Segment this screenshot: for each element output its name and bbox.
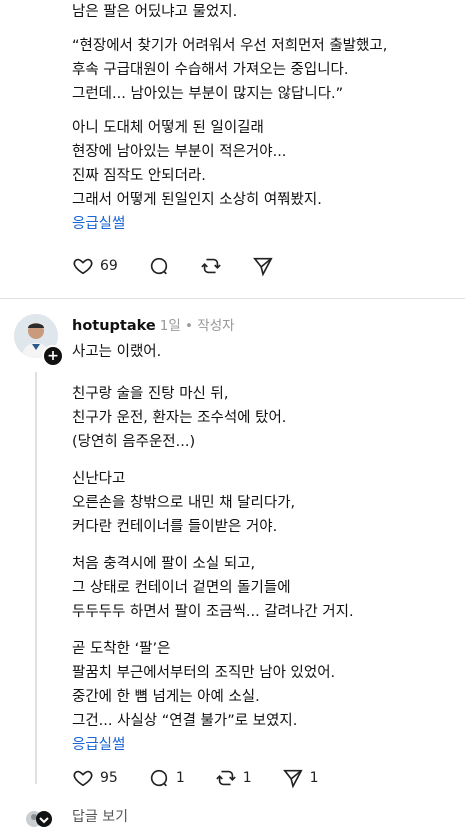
view-replies-link[interactable]: 답글 보기 bbox=[72, 806, 128, 826]
post-paragraph: 남은 팔은 어딨냐고 물었지. bbox=[72, 4, 238, 20]
share-button[interactable] bbox=[252, 255, 274, 277]
like-button[interactable]: 69 bbox=[72, 255, 118, 277]
reply-paragraph: 곧 도착한 ‘팔’은 팔꿈치 부근에서부터의 조직만 남아 있었어. 중간에 한… bbox=[72, 641, 336, 729]
comment-icon bbox=[150, 257, 167, 275]
follow-plus-icon[interactable]: + bbox=[42, 345, 64, 367]
repost-button[interactable] bbox=[200, 255, 222, 277]
share-count: 1 bbox=[309, 770, 319, 786]
reply-avatar-stack bbox=[26, 811, 52, 827]
top-post-body: 남은 팔은 어딨냐고 물었지. “현장에서 찾기가 어려워서 우선 저희먼저 출… bbox=[72, 0, 387, 236]
reply-avatars bbox=[24, 806, 64, 832]
reply-paragraph: 신난다고 오른손을 창밖으로 내민 채 달리다가, 커다란 컨테이너를 들이받은… bbox=[72, 471, 296, 535]
comment-icon bbox=[150, 769, 167, 787]
comment-button[interactable] bbox=[148, 255, 170, 277]
username[interactable]: hotuptake bbox=[72, 318, 156, 334]
thread-line bbox=[35, 372, 37, 784]
post-paragraph: 아니 도대체 어떻게 된 일이길래 현장에 남아있는 부분이 적은거야... 진… bbox=[72, 120, 322, 208]
repost-icon bbox=[201, 258, 221, 274]
send-icon bbox=[282, 769, 303, 789]
divider bbox=[0, 298, 465, 299]
reply-body: 친구랑 술을 진탕 마신 뒤, 친구가 운전, 환자는 조수석에 탔어. (당연… bbox=[72, 382, 354, 757]
heart-icon bbox=[73, 258, 93, 275]
reply-actions: 95 1 1 1 bbox=[72, 767, 349, 789]
reply-header: hotuptake 1일 • 작성자 사고는 이랬어. bbox=[72, 315, 235, 364]
repost-button[interactable]: 1 bbox=[215, 767, 252, 789]
post-paragraph: “현장에서 찾기가 어려워서 우선 저희먼저 출발했고, 후속 구급대원이 수습… bbox=[72, 38, 388, 102]
repost-count: 1 bbox=[242, 770, 252, 786]
post-meta: 1일 • 작성자 bbox=[159, 318, 235, 334]
comment-count: 1 bbox=[175, 770, 185, 786]
send-icon bbox=[252, 257, 273, 277]
comment-button[interactable]: 1 bbox=[148, 767, 185, 789]
tag-link[interactable]: 응급실썰 bbox=[72, 733, 354, 757]
post-actions: 69 bbox=[72, 255, 304, 277]
reply-paragraph: 친구랑 술을 진탕 마신 뒤, 친구가 운전, 환자는 조수석에 탔어. (당연… bbox=[72, 386, 287, 450]
like-button[interactable]: 95 bbox=[72, 767, 118, 789]
reply-first-line: 사고는 이랬어. bbox=[72, 344, 162, 360]
repost-icon bbox=[215, 770, 236, 786]
like-count: 69 bbox=[100, 258, 118, 274]
share-button[interactable]: 1 bbox=[282, 767, 319, 789]
like-count: 95 bbox=[100, 770, 118, 786]
tag-link[interactable]: 응급실썰 bbox=[72, 212, 387, 236]
reply-paragraph: 처음 충격시에 팔이 소실 되고, 그 상태로 컨테이너 겉면의 돌기들에 두두… bbox=[72, 556, 354, 620]
heart-icon bbox=[73, 770, 93, 787]
